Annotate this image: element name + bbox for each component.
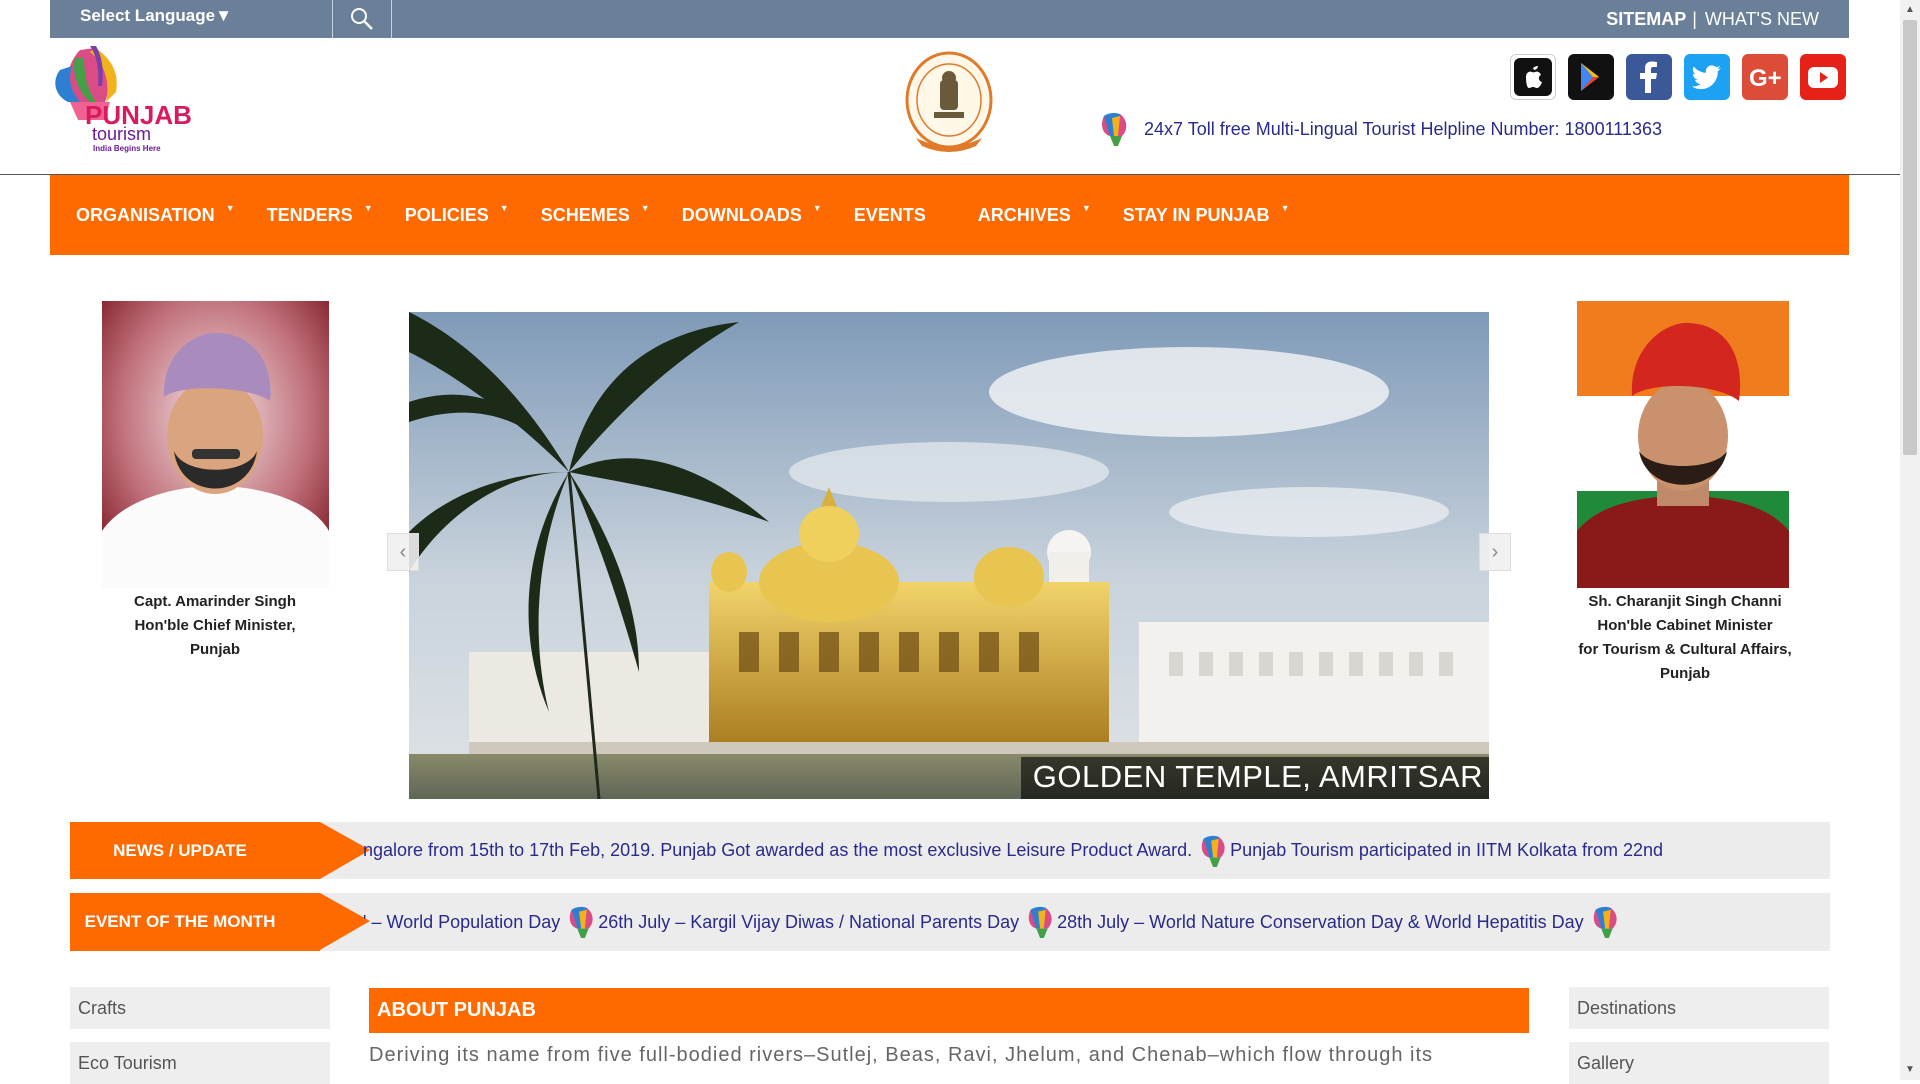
google-play-icon <box>1581 63 1599 91</box>
youtube-button[interactable] <box>1800 54 1846 100</box>
search-button[interactable] <box>332 0 392 38</box>
news-item[interactable]: ngalore from 15th to 17th Feb, 2019. Pun… <box>363 840 1192 861</box>
slide-caption: GOLDEN TEMPLE, AMRITSAR <box>1020 757 1489 799</box>
kite-icon <box>1201 835 1225 867</box>
page-scrollbar[interactable]: ▲ ▼ <box>1900 0 1920 1080</box>
punjab-tourism-logo[interactable]: PUNJAB tourism India Begins Here <box>50 40 200 155</box>
tourism-minister-portfolio: for Tourism & Cultural Affairs, <box>1578 641 1792 658</box>
about-text: Deriving its name from five full-bodied … <box>369 1044 1434 1066</box>
government-emblem <box>904 50 994 156</box>
tourism-minister-caption: Sh. Charanjit Singh Channi Hon'ble Cabin… <box>1540 590 1830 686</box>
search-icon <box>351 8 373 30</box>
scroll-down-arrow-icon[interactable]: ▼ <box>1900 1060 1920 1080</box>
menu-item-destinations[interactable]: Destinations <box>1569 987 1829 1029</box>
google-plus-icon: G+ <box>1749 65 1782 92</box>
chief-minister-name: Capt. Amarinder Singh <box>134 593 296 610</box>
nav-item-stay-in-punjab[interactable]: STAY IN PUNJAB ▼ <box>1097 175 1296 255</box>
twitter-icon <box>1691 65 1721 90</box>
menu-item-crafts[interactable]: Crafts <box>70 987 330 1029</box>
svg-text:India Begins Here: India Begins Here <box>93 144 161 153</box>
top-bar: Select Language▼ SITEMAP | WHAT'S NEW <box>50 0 1849 38</box>
facebook-icon <box>1640 61 1657 93</box>
dropdown-indicator-icon: ▼ <box>499 203 509 213</box>
tourism-minister-photo <box>1577 301 1789 588</box>
event-item[interactable]: 28th July – World Nature Conservation Da… <box>1057 912 1584 933</box>
hero-slider[interactable]: GOLDEN TEMPLE, AMRITSAR <box>409 312 1489 799</box>
page: Select Language▼ SITEMAP | WHAT'S NEW PU… <box>0 0 1920 1084</box>
dropdown-indicator-icon: ▼ <box>640 203 650 213</box>
nav-item-schemes[interactable]: SCHEMES ▼ <box>515 175 656 255</box>
facebook-button[interactable] <box>1626 54 1672 100</box>
top-links-separator: | <box>1692 8 1697 29</box>
news-marquee[interactable]: ngalore from 15th to 17th Feb, 2019. Pun… <box>363 822 1794 879</box>
kite-icon <box>1102 112 1127 146</box>
news-item[interactable]: Punjab Tourism participated in IITM Kolk… <box>1230 840 1663 861</box>
event-item[interactable]: ' – World Population Day <box>363 912 560 933</box>
chief-minister-caption: Capt. Amarinder Singh Hon'ble Chief Mini… <box>80 590 350 662</box>
kite-icon <box>1028 906 1052 938</box>
nav-item-label: DOWNLOADS <box>681 205 802 225</box>
google-plus-button[interactable]: G+ <box>1742 54 1788 100</box>
tourism-minister-title: Hon'ble Cabinet Minister <box>1597 617 1773 634</box>
menu-item-eco-tourism[interactable]: Eco Tourism <box>70 1042 330 1084</box>
sitemap-link[interactable]: SITEMAP <box>1606 9 1686 30</box>
language-selector[interactable]: Select Language▼ <box>50 0 332 38</box>
helpline: 24x7 Toll free Multi-Lingual Tourist Hel… <box>1098 110 1662 148</box>
slider-prev-button[interactable]: ‹ <box>387 533 419 571</box>
event-ticker: EVENT OF THE MONTH ' – World Population … <box>70 893 1830 951</box>
dropdown-indicator-icon: ▼ <box>812 203 822 213</box>
top-links: SITEMAP | WHAT'S NEW <box>1606 0 1819 38</box>
about-heading: ABOUT PUNJAB <box>369 988 1529 1033</box>
dropdown-indicator-icon: ▼ <box>1081 203 1091 213</box>
google-play-button[interactable] <box>1568 54 1614 100</box>
tourism-minister-place: Punjab <box>1659 665 1710 682</box>
social-links: G+ <box>1510 54 1846 100</box>
app-store-button[interactable] <box>1510 54 1556 100</box>
svg-text:tourism: tourism <box>92 124 151 144</box>
event-label: EVENT OF THE MONTH <box>70 893 370 951</box>
nav-item-downloads[interactable]: DOWNLOADS ▼ <box>656 175 828 255</box>
nav-item-label: SCHEMES <box>540 205 630 225</box>
nav-item-label: STAY IN PUNJAB <box>1122 205 1270 225</box>
twitter-button[interactable] <box>1684 54 1730 100</box>
main-nav: ORGANISATION ▼ TENDERS ▼ POLICIES ▼ SCHEMES ▼ DO… <box>50 175 1849 255</box>
header: PUNJAB tourism India Begins Here G+ 24x7… <box>0 38 1920 175</box>
menu-item-gallery[interactable]: Gallery <box>1569 1042 1829 1084</box>
chief-minister-title: Hon'ble Chief Minister, <box>134 617 296 634</box>
dropdown-indicator-icon: ▼ <box>225 203 235 213</box>
helpline-text: 24x7 Toll free Multi-Lingual Tourist Hel… <box>1144 118 1662 139</box>
news-label: NEWS / UPDATE <box>70 822 370 879</box>
event-marquee[interactable]: ' – World Population Day 26th July – Kar… <box>363 893 1794 951</box>
nav-item-policies[interactable]: POLICIES ▼ <box>379 175 515 255</box>
nav-item-label: TENDERS <box>266 205 353 225</box>
scroll-thumb[interactable] <box>1903 20 1917 455</box>
youtube-icon <box>1808 67 1838 88</box>
dropdown-indicator-icon: ▼ <box>363 203 373 213</box>
apple-icon <box>1514 58 1552 96</box>
nav-item-label: ARCHIVES <box>977 205 1071 225</box>
dropdown-indicator-icon: ▼ <box>1280 203 1290 213</box>
chevron-right-icon: › <box>1491 540 1499 563</box>
kite-icon <box>569 906 593 938</box>
nav-item-label: POLICIES <box>404 205 489 225</box>
nav-item-organisation[interactable]: ORGANISATION ▼ <box>50 175 241 255</box>
scroll-up-arrow-icon[interactable]: ▲ <box>1900 0 1920 20</box>
nav-item-archives[interactable]: ARCHIVES ▼ <box>952 175 1097 255</box>
nav-item-events[interactable]: EVENTS <box>828 175 952 255</box>
news-ticker: NEWS / UPDATE ngalore from 15th to 17th … <box>70 822 1830 879</box>
nav-item-label: ORGANISATION <box>76 205 215 225</box>
slider-next-button[interactable]: › <box>1479 533 1511 571</box>
kite-icon <box>1593 906 1617 938</box>
golden-temple-image <box>409 312 1489 799</box>
event-item[interactable]: 26th July – Kargil Vijay Diwas / Nationa… <box>598 912 1019 933</box>
chief-minister-place: Punjab <box>189 641 240 658</box>
svg-text:G+: G+ <box>1749 65 1782 92</box>
chevron-left-icon: ‹ <box>399 540 407 563</box>
chief-minister-photo <box>102 301 329 588</box>
nav-item-tenders[interactable]: TENDERS ▼ <box>241 175 379 255</box>
whats-new-link[interactable]: WHAT'S NEW <box>1705 9 1819 30</box>
nav-item-label: EVENTS <box>853 205 926 225</box>
tourism-minister-name: Sh. Charanjit Singh Channi <box>1588 593 1782 610</box>
